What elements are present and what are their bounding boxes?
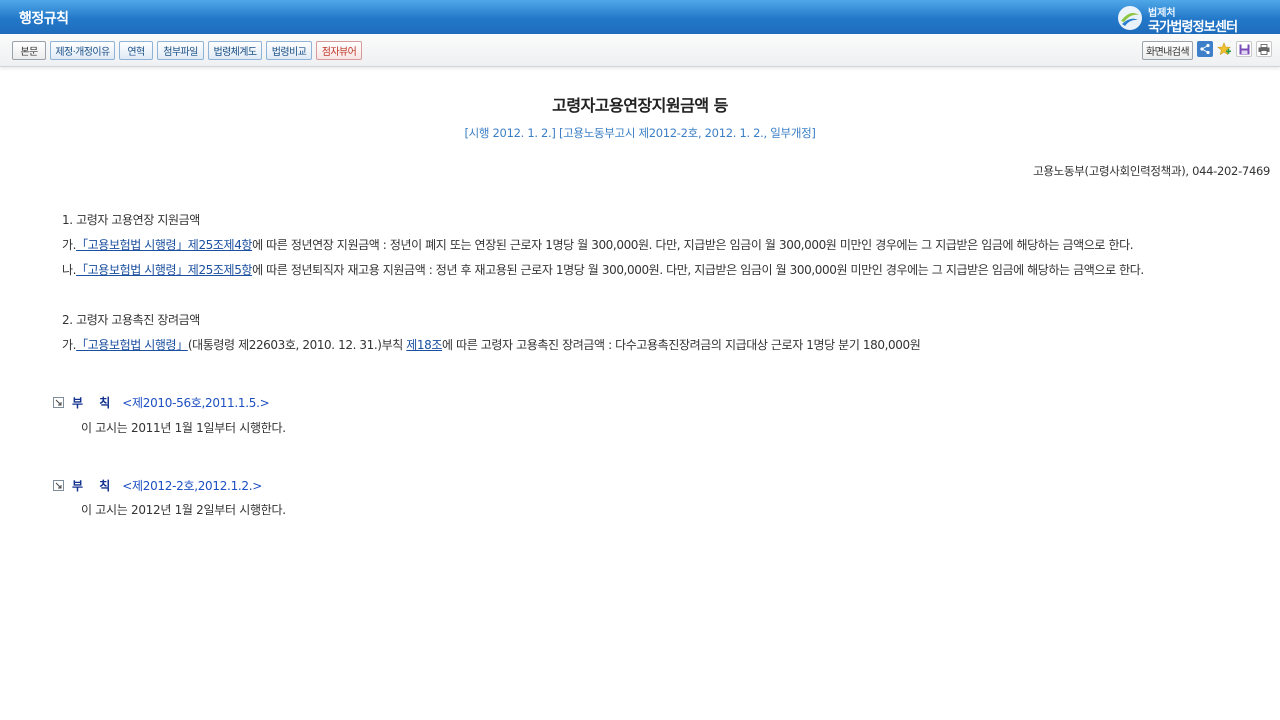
- bookmark-add-icon[interactable]: [1216, 41, 1232, 57]
- braille-viewer-button[interactable]: 점자뷰어: [316, 41, 362, 60]
- in-page-search-button[interactable]: 화면내검색: [1142, 41, 1193, 60]
- article-reference-link[interactable]: 제18조: [406, 338, 442, 352]
- document-title: 고령자고용연장지원금액 등: [552, 96, 728, 115]
- addenda-reference-link[interactable]: <제2012-2호,2012.1.2.>: [122, 477, 262, 494]
- list-item: 나.「고용보험법 시행령」제25조제5항에 따른 정년퇴직자 재고용 지원금액 …: [62, 261, 1144, 278]
- save-icon[interactable]: [1236, 41, 1252, 57]
- print-icon[interactable]: [1256, 41, 1272, 57]
- list-item: 가.「고용보험법 시행령」(대통령령 제22603호, 2010. 12. 31…: [62, 336, 921, 353]
- site-logo[interactable]: 법제처 국가법령정보센터: [1116, 3, 1256, 35]
- section-heading: 2. 고령자 고용촉진 장려금액: [62, 313, 200, 327]
- law-compare-button[interactable]: 법령비교: [266, 41, 312, 60]
- logo-emblem-icon: [1118, 6, 1142, 30]
- toolbar: 본문 제정·개정이유 연혁 첨부파일 법령체계도 법령비교 점자뷰어 화면내검색: [0, 34, 1280, 67]
- law-reference-link[interactable]: 「고용보험법 시행령」제25조제5항: [76, 263, 252, 277]
- department-contact: 고용노동부(고령사회인력정책과), 044-202-7469: [1033, 164, 1270, 178]
- top-header-bar: 행정규칙 법제처 국가법령정보센터: [0, 0, 1280, 35]
- attachments-button[interactable]: 첨부파일: [157, 41, 204, 60]
- law-structure-button[interactable]: 법령체계도: [208, 41, 262, 60]
- enactment-reason-button[interactable]: 제정·개정이유: [50, 41, 115, 60]
- addenda-label: 부 칙: [72, 478, 117, 493]
- section-title: 행정규칙: [19, 11, 69, 27]
- item-text: 에 따른 정년연장 지원금액 : 정년이 폐지 또는 연장된 근로자 1명당 월…: [252, 238, 1134, 252]
- logo-center-text: 국가법령정보센터: [1148, 20, 1238, 35]
- item-text: (대통령령 제22603호, 2010. 12. 31.)부칙: [187, 338, 407, 352]
- list-item: 가.「고용보험법 시행령」제25조제4항에 따른 정년연장 지원금액 : 정년이…: [62, 236, 1134, 253]
- item-prefix: 나.: [62, 263, 77, 277]
- addenda-reference-link[interactable]: <제2010-56호,2011.1.5.>: [122, 394, 269, 411]
- item-text: 에 따른 정년퇴직자 재고용 지원금액 : 정년 후 재고용된 근로자 1명당 …: [252, 263, 1144, 277]
- law-reference-link[interactable]: 「고용보험법 시행령」: [76, 338, 188, 352]
- addenda-header: 부 칙 <제2012-2호,2012.1.2.>: [53, 477, 262, 493]
- law-reference-link[interactable]: 「고용보험법 시행령」제25조제4항: [76, 238, 252, 252]
- section-heading: 1. 고령자 고용연장 지원금액: [62, 213, 200, 227]
- addenda-text: 이 고시는 2011년 1월 1일부터 시행한다.: [81, 421, 286, 435]
- expand-toggle-icon[interactable]: [53, 396, 64, 408]
- share-icon[interactable]: [1197, 41, 1213, 57]
- item-prefix: 가.: [62, 238, 77, 252]
- addenda-text: 이 고시는 2012년 1월 2일부터 시행한다.: [81, 503, 286, 517]
- item-text: 에 따른 고령자 고용촉진 장려금액 : 다수고용촉진장려금의 지급대상 근로자…: [442, 338, 921, 352]
- tab-main-text-button[interactable]: 본문: [12, 41, 46, 60]
- addenda-header: 부 칙 <제2010-56호,2011.1.5.>: [53, 394, 270, 411]
- addenda-label: 부 칙: [72, 395, 117, 410]
- item-prefix: 가.: [62, 338, 77, 352]
- expand-toggle-icon[interactable]: [53, 479, 64, 491]
- document-subtitle: [시행 2012. 1. 2.] [고용노동부고시 제2012-2호, 2012…: [464, 126, 816, 140]
- history-button[interactable]: 연혁: [119, 41, 153, 60]
